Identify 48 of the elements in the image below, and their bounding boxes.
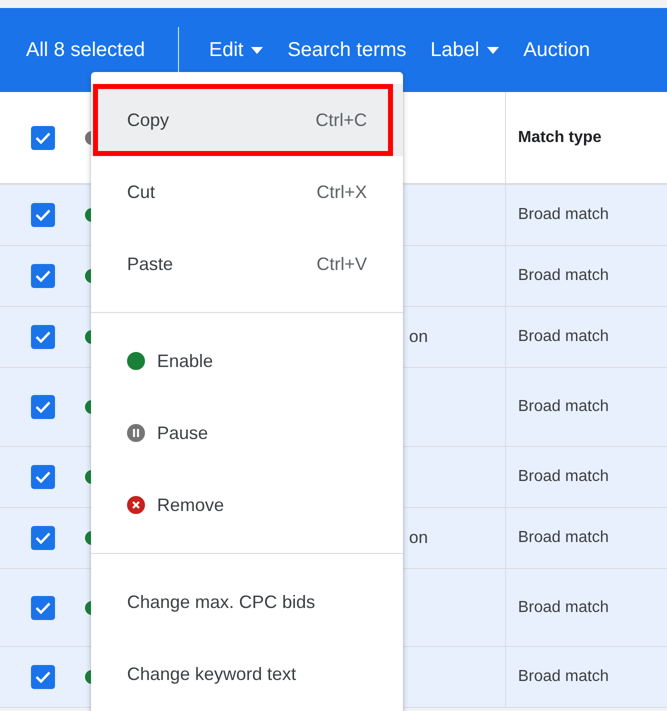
table-cell: Broad match (505, 246, 667, 306)
checkbox[interactable] (30, 395, 54, 419)
checkbox[interactable] (30, 465, 54, 489)
menu-item[interactable]: Change keyword text (91, 638, 403, 710)
checkbox[interactable] (30, 126, 54, 150)
checkbox[interactable] (30, 526, 54, 550)
table-cell: Broad match (505, 368, 667, 446)
table-cell: Broad match (505, 508, 667, 568)
selection-count: All 8 selected (25, 38, 146, 62)
menu-item[interactable]: Change max. CPC bids (91, 566, 403, 638)
table-cell: Broad match (505, 307, 667, 367)
checkmark-icon (34, 471, 50, 483)
checkbox[interactable] (30, 325, 54, 349)
shortcut-text: Ctrl+V (316, 254, 367, 274)
menu-item[interactable]: Cut Ctrl+X (91, 156, 403, 228)
toolbar-button[interactable]: Edit (201, 38, 272, 62)
menu-item[interactable]: Copy Ctrl+C (91, 84, 403, 156)
checkbox[interactable] (30, 203, 54, 227)
shortcut-text: Ctrl+X (316, 182, 367, 202)
toolbar-button[interactable]: Search terms (279, 38, 414, 62)
checkmark-icon (34, 331, 50, 343)
pause-icon (127, 424, 145, 442)
checkmark-icon (34, 132, 50, 144)
toolbar-button[interactable]: Label (422, 38, 508, 62)
table-cell: Broad match (505, 185, 667, 245)
table-cell: Broad match (505, 647, 667, 707)
shortcut-text: Ctrl+C (315, 110, 367, 130)
checkmark-icon (34, 270, 50, 282)
column-header[interactable]: Match type (505, 92, 667, 183)
menu-item[interactable]: Paste Ctrl+V (91, 228, 403, 300)
remove-icon (127, 496, 145, 514)
checkmark-icon (34, 602, 50, 614)
checkmark-icon (34, 671, 50, 683)
table-cell: Broad match (505, 569, 667, 646)
checkmark-icon (34, 401, 50, 413)
keyword-text: on (409, 528, 428, 548)
table-cell: Broad match (505, 447, 667, 507)
status-dot-icon (127, 352, 145, 370)
checkmark-icon (34, 209, 50, 221)
menu-item[interactable]: Enable (91, 325, 403, 397)
checkbox[interactable] (30, 596, 54, 620)
menu-item[interactable]: Remove (91, 469, 403, 541)
toolbar-button[interactable]: Auction (515, 38, 598, 62)
keyword-text: on (409, 327, 428, 347)
menu-item[interactable]: Pause (91, 397, 403, 469)
checkmark-icon (34, 532, 50, 544)
checkbox[interactable] (30, 264, 54, 288)
checkbox[interactable] (30, 665, 54, 689)
